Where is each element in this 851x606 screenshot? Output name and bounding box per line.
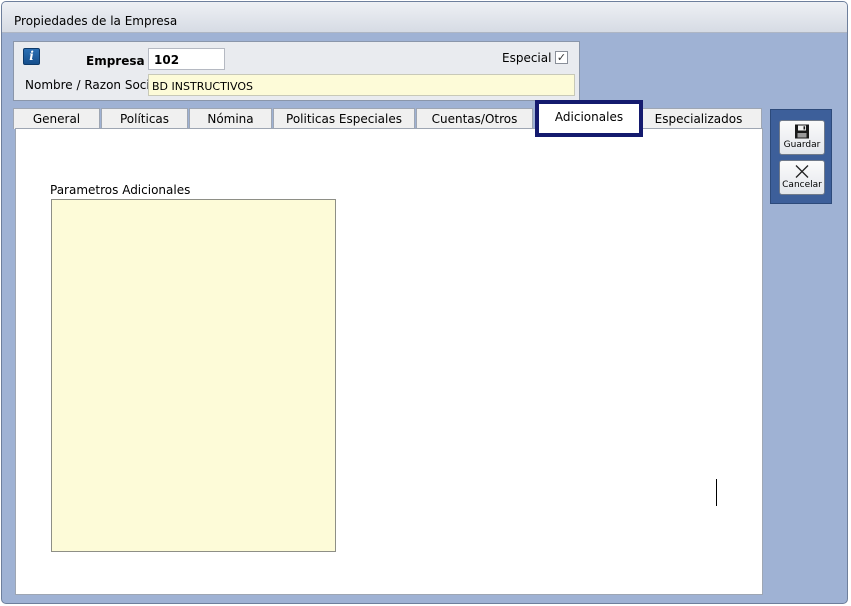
action-panel: Guardar Cancelar: [770, 109, 832, 204]
cancelar-button[interactable]: Cancelar: [779, 160, 825, 195]
nombre-label: Nombre / Razon Social: [25, 78, 161, 92]
guardar-button[interactable]: Guardar: [779, 120, 825, 155]
company-header-panel: i Empresa 102 Especial ✓ Nombre / Razon …: [13, 41, 580, 101]
tab-politicas[interactable]: Políticas: [101, 108, 188, 129]
title-bar[interactable]: Propiedades de la Empresa: [2, 2, 847, 33]
empresa-field[interactable]: 102: [148, 48, 225, 70]
especial-label: Especial: [502, 51, 552, 65]
tab-cuentas-otros[interactable]: Cuentas/Otros: [416, 108, 533, 129]
empresa-label: Empresa: [86, 54, 145, 68]
tab-nomina[interactable]: Nómina: [189, 108, 272, 129]
guardar-label: Guardar: [783, 140, 821, 150]
parametros-adicionales-textarea[interactable]: [51, 199, 336, 552]
nombre-field[interactable]: BD INSTRUCTIVOS: [148, 74, 575, 96]
tab-especializados[interactable]: Especializados: [635, 108, 762, 129]
tab-adicionales[interactable]: Adicionales: [535, 100, 643, 137]
floppy-disk-icon: [795, 124, 809, 139]
cancelar-label: Cancelar: [782, 180, 822, 190]
properties-window: Propiedades de la Empresa i Empresa 102 …: [1, 1, 848, 604]
parametros-adicionales-label: Parametros Adicionales: [50, 183, 191, 197]
tab-content-adicionales: Parametros Adicionales: [15, 128, 763, 595]
especial-checkbox[interactable]: ✓: [555, 51, 568, 64]
text-cursor: [716, 479, 717, 506]
window-title: Propiedades de la Empresa: [14, 14, 178, 28]
tab-general[interactable]: General: [13, 108, 100, 129]
tab-politicas-especiales[interactable]: Politicas Especiales: [273, 108, 415, 129]
information-icon[interactable]: i: [23, 48, 40, 65]
cross-icon: [795, 165, 809, 178]
